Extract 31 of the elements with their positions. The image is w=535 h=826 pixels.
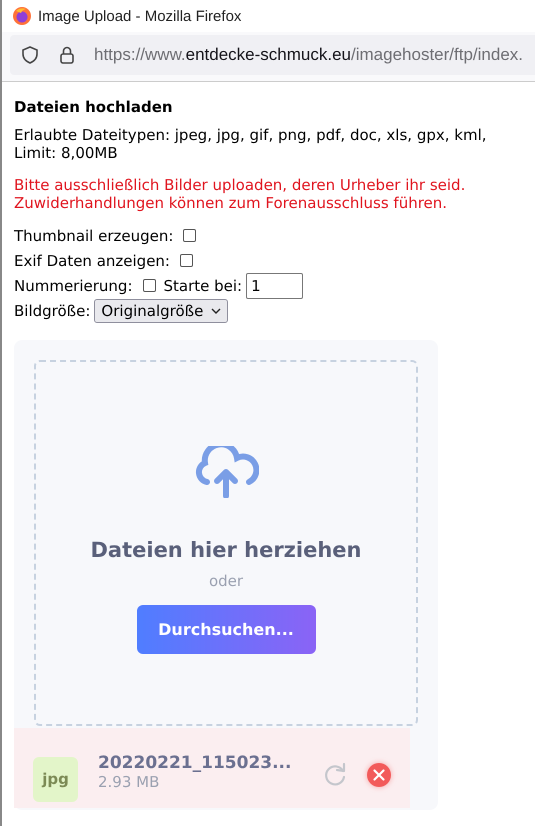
drop-zone[interactable]: Dateien hier herziehen oder Durchsuchen... xyxy=(34,360,418,726)
cloud-upload-icon xyxy=(193,446,259,498)
browser-logo-icon xyxy=(12,6,32,26)
option-label: Nummerierung: xyxy=(14,276,132,294)
option-label: Thumbnail erzeugen: xyxy=(14,226,174,244)
file-size: 2.93 MB xyxy=(98,773,160,791)
url-text: https://www.entdecke-schmuck.eu/imagehoster/ftp/index. xyxy=(94,45,523,65)
shield-icon[interactable] xyxy=(20,45,40,65)
option-label: Bildgröße: xyxy=(14,302,90,320)
drop-zone-title: Dateien hier herziehen xyxy=(90,538,362,562)
warning-text: Bitte ausschließlich Bilder uploaden, deren Urheber ihr seid. xyxy=(14,176,466,194)
section-heading: Dateien hochladen xyxy=(14,98,174,116)
remove-icon[interactable] xyxy=(366,762,392,788)
window-title: Image Upload - Mozilla Firefox xyxy=(38,8,242,24)
checkbox[interactable] xyxy=(180,254,193,267)
option-label: Starte bei: xyxy=(164,276,242,294)
number-field[interactable]: 1 xyxy=(246,272,304,298)
size-dropdown[interactable]: Originalgröße xyxy=(94,298,228,322)
lock-icon[interactable] xyxy=(57,45,77,65)
warning-text: Zuwiderhandlungen können zum Forenausschluss führen. xyxy=(14,194,448,212)
or-text: oder xyxy=(208,572,244,590)
checkbox[interactable] xyxy=(142,279,156,292)
info-text: Limit: 8,00MB xyxy=(14,144,119,162)
address-bar[interactable]: https://www.entdecke-schmuck.eu/imagehoster/ftp/index. xyxy=(10,35,535,75)
info-text: Erlaubte Dateitypen: jpeg, jpg, gif, png, pdf, doc, xls, gpx, kml, xyxy=(14,126,488,144)
browse-button[interactable]: Durchsuchen... xyxy=(136,605,316,654)
option-label: Exif Daten anzeigen: xyxy=(14,252,170,270)
checkbox[interactable] xyxy=(183,229,196,242)
file-name: 20220221_115023... xyxy=(98,753,292,773)
chevron-icon xyxy=(211,308,222,314)
file-type-badge: jpg xyxy=(33,756,78,802)
